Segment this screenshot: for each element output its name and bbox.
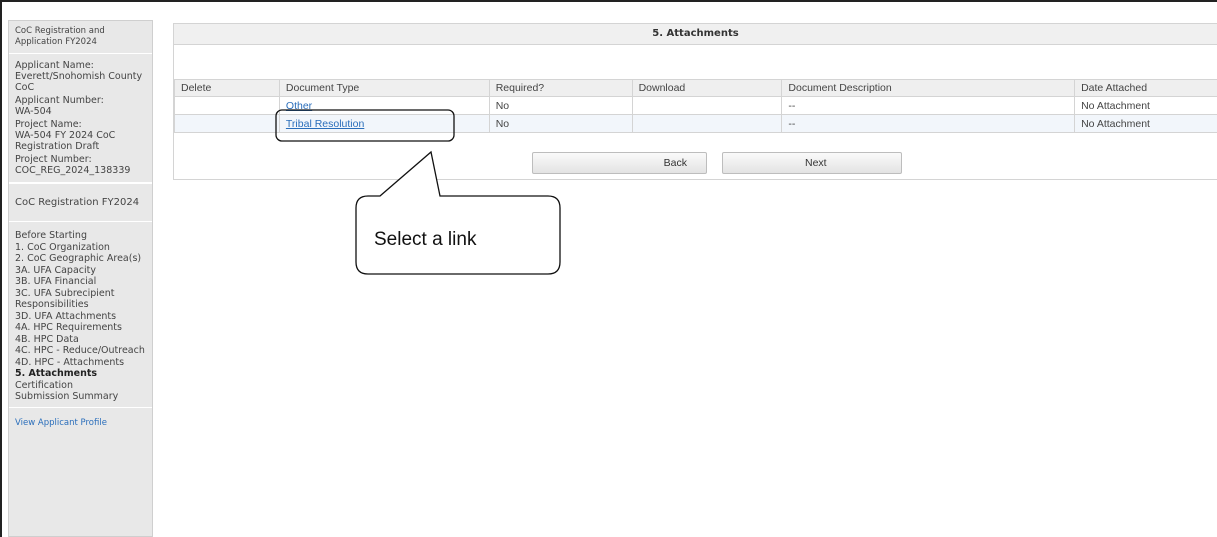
sidebar-item-submission-summary[interactable]: Submission Summary	[15, 391, 146, 403]
sidebar-item-ufa-attachments[interactable]: 3D. UFA Attachments	[15, 311, 146, 323]
page-title: 5. Attachments	[174, 24, 1217, 45]
col-header-document-type: Document Type	[278, 79, 490, 97]
applicant-info: Applicant Name: Everett/Snohomish County…	[9, 54, 152, 183]
attachments-panel: 5. Attachments Delete Document Type Requ…	[173, 23, 1217, 180]
cell-download	[631, 114, 783, 133]
sidebar-item-coc-organization[interactable]: 1. CoC Organization	[15, 242, 146, 254]
col-header-delete: Delete	[174, 79, 280, 97]
table-row: Tribal Resolution No -- No Attachment	[174, 114, 1217, 133]
sidebar-item-coc-geographic-area[interactable]: 2. CoC Geographic Area(s)	[15, 253, 146, 265]
sidebar: CoC Registration and Application FY2024 …	[8, 20, 153, 537]
sidebar-footer: View Applicant Profile	[9, 406, 152, 438]
view-applicant-profile-link[interactable]: View Applicant Profile	[15, 418, 107, 428]
attachments-table: Delete Document Type Required? Download …	[174, 79, 1217, 133]
sidebar-item-before-starting[interactable]: Before Starting	[15, 230, 146, 242]
sidebar-item-hpc-requirements[interactable]: 4A. HPC Requirements	[15, 322, 146, 334]
sidebar-nav: Before Starting 1. CoC Organization 2. C…	[9, 222, 152, 407]
applicant-name-value: Everett/Snohomish County CoC	[15, 71, 143, 93]
cell-required: No	[488, 114, 633, 133]
col-header-required: Required?	[488, 79, 633, 97]
applicant-number-label: Applicant Number:	[15, 95, 104, 106]
sidebar-item-hpc-reduce-outreach[interactable]: 4C. HPC - Reduce/Outreach	[15, 345, 146, 357]
cell-download	[631, 96, 783, 115]
cell-delete	[174, 96, 280, 115]
sidebar-app-title-block: CoC Registration and Application FY2024	[9, 21, 152, 54]
col-header-document-description: Document Description	[781, 79, 1076, 97]
project-name-value: WA-504 FY 2024 CoC Registration Draft	[15, 130, 116, 152]
table-header-row: Delete Document Type Required? Download …	[174, 79, 1217, 97]
sidebar-item-certification[interactable]: Certification	[15, 380, 146, 392]
cell-description: --	[781, 114, 1076, 133]
sidebar-item-hpc-attachments[interactable]: 4D. HPC - Attachments	[15, 357, 146, 369]
window-left-border	[0, 0, 2, 537]
sidebar-item-hpc-data[interactable]: 4B. HPC Data	[15, 334, 146, 346]
cell-delete	[174, 114, 280, 133]
cell-document-type: Other	[278, 96, 490, 115]
project-number-value: COC_REG_2024_138339	[15, 165, 131, 176]
applicant-name-label: Applicant Name:	[15, 60, 94, 71]
cell-required: No	[488, 96, 633, 115]
sidebar-section-title: CoC Registration FY2024	[9, 183, 152, 222]
sidebar-item-ufa-subrecipient[interactable]: 3C. UFA Subrecipient Responsibilities	[15, 288, 146, 311]
cell-date-attached: No Attachment	[1074, 114, 1217, 133]
table-row: Other No -- No Attachment	[174, 96, 1217, 115]
callout-text: Select a link	[374, 229, 477, 250]
sidebar-app-title: CoC Registration and Application FY2024	[15, 26, 105, 47]
project-name-label: Project Name:	[15, 119, 82, 130]
applicant-number-value: WA-504	[15, 106, 52, 117]
document-type-link-tribal-resolution[interactable]: Tribal Resolution	[286, 118, 364, 130]
sidebar-item-ufa-capacity[interactable]: 3A. UFA Capacity	[15, 265, 146, 277]
col-header-date-attached: Date Attached	[1074, 79, 1217, 97]
project-number-label: Project Number:	[15, 154, 92, 165]
cell-description: --	[781, 96, 1076, 115]
window-top-border	[0, 0, 1217, 6]
sidebar-item-attachments[interactable]: 5. Attachments	[15, 368, 146, 380]
next-button[interactable]: Next	[722, 152, 902, 174]
col-header-download: Download	[631, 79, 783, 97]
cell-date-attached: No Attachment	[1074, 96, 1217, 115]
back-button[interactable]: Back	[532, 152, 707, 174]
sidebar-item-ufa-financial[interactable]: 3B. UFA Financial	[15, 276, 146, 288]
document-type-link-other[interactable]: Other	[286, 100, 312, 112]
cell-document-type: Tribal Resolution	[278, 114, 490, 133]
